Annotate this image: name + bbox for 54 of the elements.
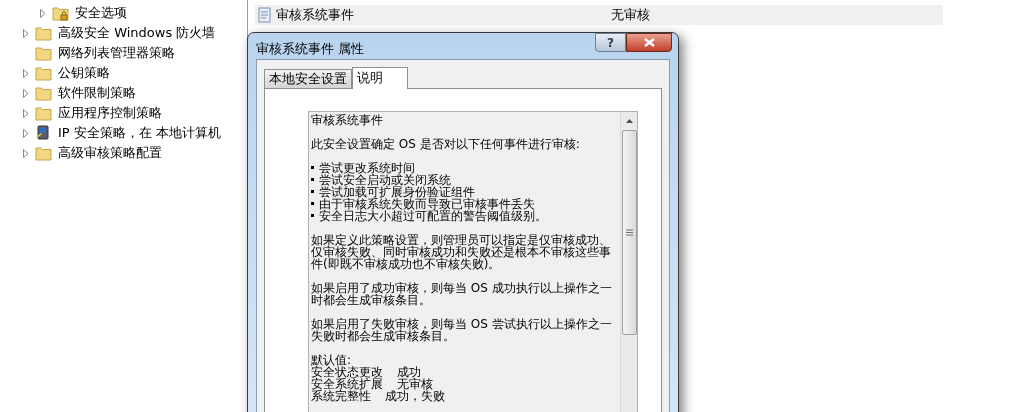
- scrollbar-thumb[interactable]: [621, 129, 637, 335]
- explanation-bullet: 尝试更改系统时间: [311, 161, 614, 174]
- explanation-heading: 审核系统事件: [311, 113, 384, 126]
- bullet-icon: [311, 166, 314, 169]
- dialog-title: 审核系统事件 属性: [256, 40, 366, 58]
- tree-item[interactable]: 软件限制策略: [0, 83, 247, 103]
- explanation-bullet: 由于审核系统失败而导致已审核事件丢失: [311, 197, 614, 210]
- tree-item[interactable]: 网络列表管理器策略: [0, 43, 247, 63]
- default-value: 成功，失败: [385, 389, 445, 402]
- folder-icon: [34, 45, 52, 61]
- default-value: 成功: [397, 365, 421, 378]
- explanation-bullet: 安全日志大小超过可配置的警告阈值级别。: [311, 209, 614, 222]
- default-setting: 安全状态更改: [311, 365, 383, 378]
- default-setting: 安全系统扩展: [311, 377, 383, 390]
- grip-icon[interactable]: [625, 228, 633, 236]
- tree-item[interactable]: 高级安全 Windows 防火墙: [0, 23, 247, 43]
- tree-item[interactable]: 应用程序控制策略: [0, 103, 247, 123]
- folder-icon: [34, 105, 52, 121]
- policy-icon: [257, 7, 273, 23]
- folder-icon: [34, 85, 52, 101]
- bullet-icon: [311, 178, 314, 181]
- close-button[interactable]: [626, 33, 672, 52]
- dialog-tab[interactable]: 说明: [352, 66, 408, 89]
- help-button[interactable]: ?: [595, 33, 626, 52]
- bullet-icon: [311, 190, 314, 193]
- explanation-text: 如果启用了失败审核，则每当 OS 尝试执行以上操作之一失败时都会生成审核条目。: [311, 317, 613, 342]
- tree-item[interactable]: 高级审核策略配置: [0, 143, 247, 163]
- tree-item[interactable]: IP 安全策略，在 本地计算机: [0, 123, 247, 143]
- close-icon[interactable]: [643, 38, 655, 47]
- explanation-text: 如果定义此策略设置，则管理员可以指定是仅审核成功、仅审核失败、同时审核成功和失败还是根本不审核这些事件(即既不审核成功也不审核失败)。: [311, 233, 612, 270]
- tree-item[interactable]: 公钥策略: [0, 63, 247, 83]
- computer-icon: [35, 125, 51, 141]
- expand-arrow-icon[interactable]: [40, 8, 46, 18]
- bullet-icon: [311, 214, 314, 217]
- dialog-tab[interactable]: 本地安全设置: [264, 68, 352, 88]
- expand-arrow-icon[interactable]: [23, 28, 29, 38]
- policy-name: 审核系统事件: [276, 6, 355, 25]
- policy-setting: 无审核: [611, 6, 650, 25]
- scrollbar[interactable]: [620, 111, 637, 412]
- scroll-up-icon[interactable]: [625, 118, 633, 123]
- locked-folder-icon: [51, 5, 69, 21]
- policy-row[interactable]: 审核系统事件 无审核: [255, 5, 943, 25]
- explanation-text: 如果启用了成功审核，则每当 OS 成功执行以上操作之一时都会生成审核条目。: [311, 281, 613, 306]
- explanation-bullet: 尝试加载可扩展身份验证组件: [311, 185, 614, 198]
- folder-icon: [34, 65, 52, 81]
- defaults-heading: 默认值:: [311, 353, 352, 366]
- default-setting: 系统完整性: [311, 389, 371, 402]
- folder-icon: [34, 25, 52, 41]
- explanation-text: 此安全设置确定 OS 是否对以下任何事件进行审核:: [311, 137, 581, 150]
- folder-icon: [34, 145, 52, 161]
- bullet-icon: [311, 202, 314, 205]
- explanation-bullet: 尝试安全启动或关闭系统: [311, 173, 614, 186]
- default-value: 无审核: [397, 377, 433, 390]
- tree-item[interactable]: 安全选项: [0, 3, 247, 23]
